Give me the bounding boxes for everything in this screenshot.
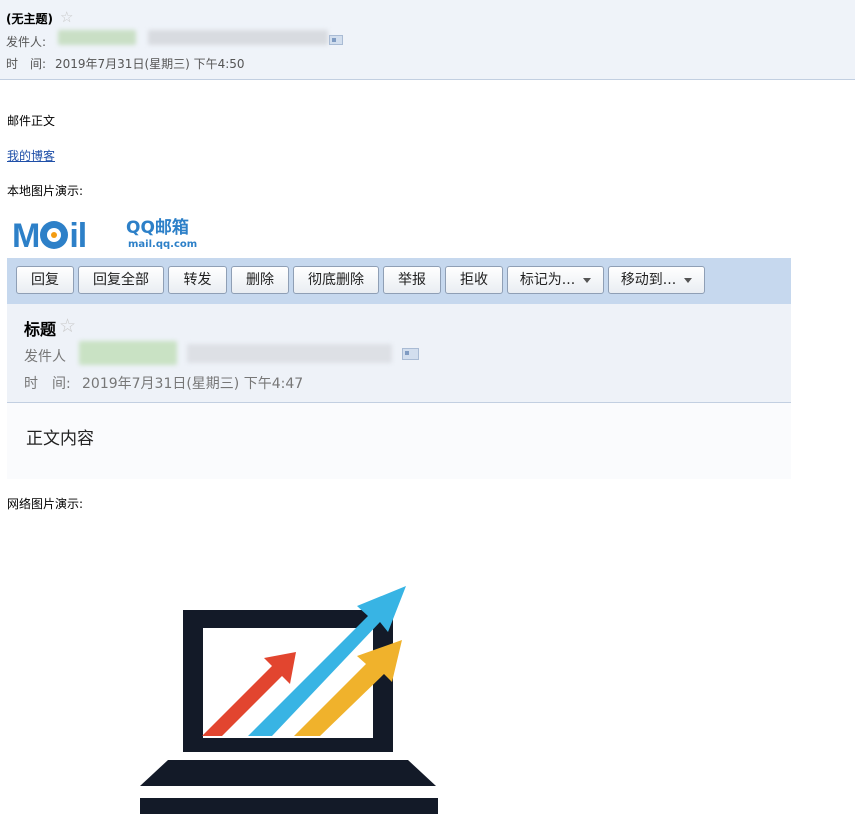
inner-time-value: 2019年7月31日(星期三) 下午4:47 xyxy=(82,376,304,392)
sender-label: 发件人: xyxy=(6,35,47,49)
mark-as-label: 标记为... xyxy=(519,272,576,288)
inner-sender-name-redacted xyxy=(79,341,177,365)
delete-label: 删除 xyxy=(246,272,274,288)
star-icon[interactable]: ☆ xyxy=(60,10,73,25)
forward-button[interactable]: 转发 xyxy=(168,266,227,294)
mark-as-dropdown[interactable]: 标记为... xyxy=(507,266,604,294)
move-to-label: 移动到... xyxy=(620,272,677,288)
body-intro: 邮件正文 xyxy=(7,114,56,128)
reject-label: 拒收 xyxy=(460,272,488,288)
sender-name-redacted xyxy=(58,30,136,45)
report-button[interactable]: 举报 xyxy=(383,266,441,294)
caret-down-icon xyxy=(684,277,693,283)
report-label: 举报 xyxy=(398,272,426,288)
time-value: 2019年7月31日(星期三) 下午4:50 xyxy=(55,57,245,71)
mail-subject: (无主题) xyxy=(6,12,53,26)
reply-all-label: 回复全部 xyxy=(93,272,149,288)
reply-label: 回复 xyxy=(31,272,59,288)
logo-wordmark: Mil xyxy=(12,216,87,256)
contact-card-icon[interactable] xyxy=(329,35,343,45)
time-label: 时 间: xyxy=(6,57,47,71)
inner-sender-label: 发件人 xyxy=(24,349,66,365)
local-image-screenshot: Mil QQ邮箱 mail.qq.com 回复 回复全部 转发 删除 彻底删除 … xyxy=(7,213,791,479)
inner-mail-header: 标题 ☆ 发件人 时 间: 2019年7月31日(星期三) 下午4:47 xyxy=(7,304,791,403)
inner-subject: 标题 xyxy=(24,320,57,339)
inner-time-label: 时 间: xyxy=(24,376,71,392)
laptop-base xyxy=(140,798,438,814)
inner-body-text: 正文内容 xyxy=(26,429,94,449)
blog-link[interactable]: 我的博客 xyxy=(7,147,55,164)
logo-domain-text: mail.qq.com xyxy=(128,239,198,250)
mail-toolbar: 回复 回复全部 转发 删除 彻底删除 举报 拒收 标记为... 移动到... xyxy=(7,258,791,304)
sender-address-redacted xyxy=(148,30,328,45)
reply-all-button[interactable]: 回复全部 xyxy=(78,266,164,294)
delete-permanently-button[interactable]: 彻底删除 xyxy=(293,266,379,294)
delete-button[interactable]: 删除 xyxy=(231,266,289,294)
reply-button[interactable]: 回复 xyxy=(16,266,74,294)
web-image-label: 网络图片演示: xyxy=(7,497,84,511)
laptop-keyboard xyxy=(140,760,436,786)
caret-down-icon xyxy=(583,277,592,283)
delete-permanently-label: 彻底删除 xyxy=(308,272,364,288)
logo-letters-il: il xyxy=(69,217,87,255)
logo-o-icon xyxy=(40,221,69,249)
mail-header: (无主题) ☆ 发件人: 时 间: 2019年7月31日(星期三) 下午4:50 xyxy=(0,0,855,80)
logo-letter-m: M xyxy=(12,217,40,255)
forward-label: 转发 xyxy=(183,272,212,288)
trend-laptop-image xyxy=(140,586,438,814)
local-image-label: 本地图片演示: xyxy=(7,184,84,198)
inner-sender-address-redacted xyxy=(187,344,392,363)
move-to-dropdown[interactable]: 移动到... xyxy=(608,266,705,294)
qq-mail-logo: Mil QQ邮箱 mail.qq.com xyxy=(7,213,791,258)
contact-card-icon xyxy=(402,348,419,360)
logo-cn-text: QQ邮箱 xyxy=(126,218,189,238)
star-icon: ☆ xyxy=(59,315,77,337)
reject-button[interactable]: 拒收 xyxy=(445,266,503,294)
